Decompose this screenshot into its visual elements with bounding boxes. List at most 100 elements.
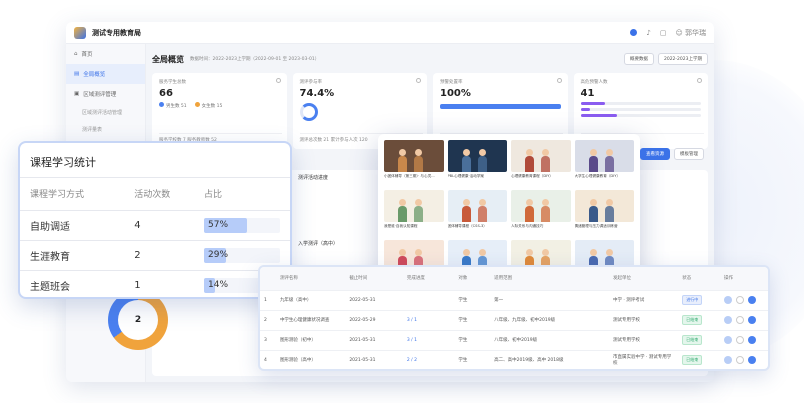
progress-cell[interactable]: 3 / 1 <box>402 329 455 350</box>
term-select[interactable]: 2022-2023上学期 <box>657 53 708 65</box>
template-manage-button[interactable]: 模板管理 <box>674 148 704 160</box>
edit-icon[interactable] <box>736 296 745 304</box>
fullscreen-icon[interactable]: ▢ <box>660 29 667 37</box>
resource-thumbnail <box>384 140 444 172</box>
date-cell: 2021-05-31 <box>345 349 403 369</box>
user-menu[interactable]: ☺ 郭华瑞 <box>675 28 706 38</box>
view-icon[interactable] <box>724 356 733 365</box>
sidebar-item-label: 首页 <box>81 52 93 58</box>
resource-caption: 小团体辅导（第三期）· 与心灵... <box>384 174 435 178</box>
name-cell[interactable]: 图形测验（初中） <box>275 329 346 350</box>
column-header: 测评名称 <box>275 267 346 290</box>
more-icon[interactable] <box>748 336 757 344</box>
sidebar-item-label: 全局概览 <box>83 72 106 78</box>
card-label: 服务学生总数 <box>159 80 186 85</box>
ops-cell <box>720 289 768 310</box>
sidebar-subitem-activity[interactable]: 区域测评活动管理 <box>66 104 145 121</box>
donut-chart: 2 <box>108 290 168 350</box>
org-cell: 测试专用学校 <box>608 329 679 350</box>
mode-cell: 生涯教育 <box>20 240 125 271</box>
settings-icon[interactable] <box>275 78 281 83</box>
export-button[interactable]: 概要数据 <box>623 53 654 65</box>
status-cell: 进行中 <box>678 289 721 310</box>
resource-thumbnail <box>447 140 507 172</box>
resource-card[interactable]: 情绪管理与压力调适训练营 <box>574 190 634 235</box>
column-header: 对象 <box>454 267 491 290</box>
column-header: 状态 <box>678 267 721 290</box>
column-header: 操作 <box>720 267 768 290</box>
target-cell: 学生 <box>454 329 491 350</box>
top-bar: 测试专用教育局 ♪ ▢ ☺ 郭华瑞 <box>66 22 714 44</box>
name-cell[interactable]: 九年级（高中） <box>275 289 346 310</box>
ops-cell <box>720 349 768 369</box>
resource-caption: 心理健康教育课程（DIY） <box>511 174 553 178</box>
resource-card[interactable]: PBL心理健康·活动学案 <box>447 140 507 185</box>
org-cell: 市直属实验中学 · 测试专用学校 <box>608 349 679 369</box>
target-cell: 学生 <box>454 349 491 369</box>
progress-cell[interactable] <box>402 289 455 310</box>
resource-thumbnail <box>384 190 444 222</box>
more-icon[interactable] <box>748 356 757 365</box>
progress-bar <box>440 104 561 109</box>
edit-icon[interactable] <box>736 316 745 324</box>
pct-label: 14% <box>208 279 229 290</box>
bell-icon[interactable]: ♪ <box>646 29 650 37</box>
page-meta: 数据时间：2022-2023上学期（2022-09-01 至 2023-03-0… <box>190 57 320 62</box>
resource-caption: 大学生心理健康教育（DIY） <box>574 174 621 178</box>
course-stats-title: 课程学习统计 <box>20 143 290 178</box>
lower-panel-label: 入学测评（高中） <box>298 241 339 247</box>
ops-cell <box>720 329 768 350</box>
more-icon[interactable] <box>748 296 757 304</box>
date-cell: 2021-05-31 <box>345 329 403 350</box>
resource-card[interactable]: 我是谁·自我认知课程 <box>384 190 444 235</box>
edit-icon[interactable] <box>736 336 745 344</box>
progress-cell[interactable]: 3 / 1 <box>402 309 455 330</box>
table-row: 1 九年级（高中） 2022-05-31 学生 第一 中学 · 测评考试 进行中 <box>260 289 768 310</box>
progress-ring <box>299 103 318 121</box>
activity-table-window: 测评名称 截止时间 完成进度 对象 适用范围 发起单位 状态 操作 1 九年级（高中） 2022-… <box>258 265 770 371</box>
view-icon[interactable] <box>724 316 733 324</box>
scope-cell: 第一 <box>490 289 609 310</box>
sidebar-item-home[interactable]: ⌂ 首页 <box>66 44 145 64</box>
male-count: 男生数 51 <box>159 102 187 109</box>
name-cell[interactable]: 图形测验（高中） <box>275 349 346 369</box>
edit-icon[interactable] <box>736 356 745 365</box>
scope-cell: 高二、高中2019级、高中 2018级 <box>490 349 609 369</box>
resource-card[interactable]: 心理健康教育课程（DIY） <box>511 140 571 185</box>
status-icon[interactable] <box>630 29 638 36</box>
resource-card[interactable]: 小团体辅导（第三期）· 与心灵... <box>384 140 444 185</box>
more-icon[interactable] <box>748 316 757 324</box>
sidebar-item-overview[interactable]: ▤ 全局概览 <box>66 64 145 84</box>
resource-card[interactable]: 大学生心理健康教育（DIY） <box>574 140 634 185</box>
column-header: 截止时间 <box>345 267 403 290</box>
count-cell: 1 <box>134 279 141 291</box>
user-name: 郭华瑞 <box>685 28 706 37</box>
female-count: 女生数 15 <box>194 102 222 109</box>
status-badge: 已结束 <box>682 335 703 345</box>
target-cell: 学生 <box>454 309 491 330</box>
course-stats-card: 课程学习统计 课程学习方式 活动次数 占比 自助调适 4 57% 生涯教育 2 29% 主题… <box>18 141 292 299</box>
card-label: 测评参与率 <box>299 80 323 85</box>
resource-caption: 情绪管理与压力调适训练营 <box>574 224 618 228</box>
folder-icon: ▣ <box>74 91 80 97</box>
name-cell[interactable]: 中学生心理健康状况调查 <box>275 309 346 330</box>
column-header: 发起单位 <box>608 267 679 290</box>
sidebar-item-assessment[interactable]: ▣ 区域测评管理 <box>66 84 145 104</box>
progress-cell[interactable]: 2 / 2 <box>402 349 455 369</box>
column-header: 适用范围 <box>490 267 609 290</box>
status-badge: 进行中 <box>682 295 703 305</box>
target-cell: 学生 <box>454 289 491 310</box>
index-cell: 1 <box>260 289 276 310</box>
status-cell: 已结束 <box>678 309 721 330</box>
info-icon[interactable] <box>697 78 702 83</box>
date-cell: 2022-05-29 <box>345 309 403 330</box>
view-icon[interactable] <box>724 336 733 344</box>
view-icon[interactable] <box>724 296 733 304</box>
info-icon[interactable] <box>416 78 421 83</box>
info-icon[interactable] <box>556 78 562 83</box>
sidebar-subitem-scale[interactable]: 测评量表 <box>66 121 145 138</box>
view-resources-button[interactable]: 查看资源 <box>640 148 670 160</box>
app-logo <box>74 26 86 39</box>
resource-card[interactable]: 团体辅导课程（CSS-3） <box>447 190 507 235</box>
resource-card[interactable]: 人际关系与沟通技巧 <box>511 190 571 235</box>
